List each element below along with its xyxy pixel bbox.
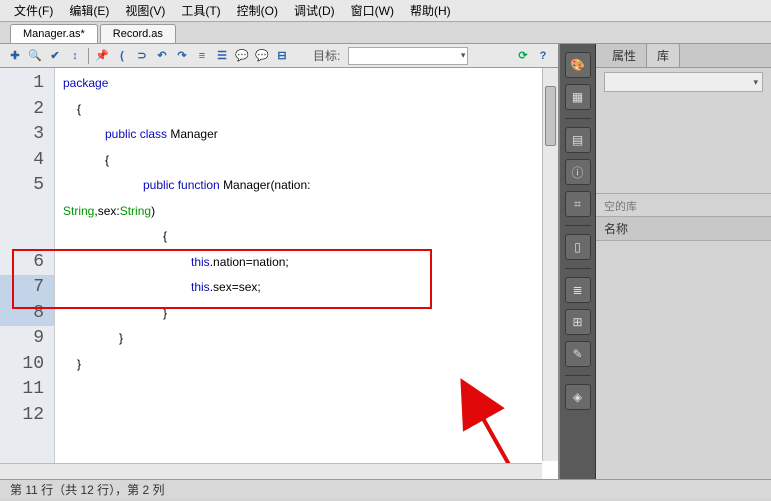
editor-toolbar: ✚ 🔍 ✔ ↕ 📌 ( ⊃ ↶ ↷ ≡ ☰ 💬 💬 ⊟ 目标: ⟳ ? [0, 44, 558, 68]
menu-tools[interactable]: 工具(T) [173, 2, 228, 19]
collapse-icon[interactable]: ⊟ [273, 47, 291, 65]
horizontal-scrollbar[interactable] [0, 463, 542, 479]
tab-library[interactable]: 库 [646, 43, 680, 67]
name-header[interactable]: 名称 [596, 216, 771, 241]
library-preview [596, 94, 771, 194]
menu-debug[interactable]: 调试(D) [286, 2, 343, 19]
line-num: 4 [0, 148, 54, 174]
code-text[interactable]: package { public class Manager { public … [55, 68, 558, 479]
code-area[interactable]: 1 2 3 4 5 6 7 8 9 10 11 12 package { pub… [0, 68, 558, 479]
line-num: 11 [0, 377, 54, 403]
menu-edit[interactable]: 编辑(E) [61, 2, 117, 19]
editor-pane: ✚ 🔍 ✔ ↕ 📌 ( ⊃ ↶ ↷ ≡ ☰ 💬 💬 ⊟ 目标: ⟳ ? 1 2 … [0, 44, 560, 479]
add-icon[interactable]: ✚ [6, 47, 24, 65]
line-num: 9 [0, 326, 54, 352]
info-icon[interactable]: ⓘ [565, 159, 591, 185]
line-gutter: 1 2 3 4 5 6 7 8 9 10 11 12 [0, 68, 55, 479]
find-icon[interactable]: ☰ [213, 47, 231, 65]
transform-icon[interactable]: ⌗ [565, 191, 591, 217]
right-panel: 属性 库 空的库 名称 [596, 44, 771, 479]
align-icon[interactable]: ▤ [565, 127, 591, 153]
menu-bar: 文件(F) 编辑(E) 视图(V) 工具(T) 控制(O) 调试(D) 窗口(W… [0, 0, 771, 22]
swatch-icon[interactable]: ▦ [565, 84, 591, 110]
line-num: 6 [0, 250, 54, 276]
line-num: 2 [0, 97, 54, 123]
dock-panel: 🎨 ▦ ▤ ⓘ ⌗ ▯ ≣ ⊞ ✎ ◈ [560, 44, 596, 479]
brace2-icon[interactable]: ⊃ [133, 47, 151, 65]
format-icon[interactable]: ≡ [193, 47, 211, 65]
target-label: 目标: [313, 47, 340, 64]
pin-icon[interactable]: 📌 [93, 47, 111, 65]
search-icon[interactable]: 🔍 [26, 47, 44, 65]
brush-icon[interactable]: ✎ [565, 341, 591, 367]
line-num: 1 [0, 71, 54, 97]
separator [88, 48, 89, 64]
palette-icon[interactable]: 🎨 [565, 52, 591, 78]
tab-properties[interactable]: 属性 [602, 44, 646, 67]
comp-icon[interactable]: ◈ [565, 384, 591, 410]
line-num: 7 [0, 275, 54, 301]
nav-icon[interactable]: ⟳ [514, 47, 532, 65]
tab-manager[interactable]: Manager.as* [10, 24, 98, 43]
brace1-icon[interactable]: ( [113, 47, 131, 65]
menu-view[interactable]: 视图(V) [117, 2, 173, 19]
redo-icon[interactable]: ↷ [173, 47, 191, 65]
history-icon[interactable]: ≣ [565, 277, 591, 303]
menu-control[interactable]: 控制(O) [229, 2, 286, 19]
target-dropdown[interactable] [348, 47, 468, 65]
library-dropdown[interactable] [604, 72, 763, 92]
menu-window[interactable]: 窗口(W) [343, 2, 402, 19]
line-num: 3 [0, 122, 54, 148]
menu-help[interactable]: 帮助(H) [402, 2, 459, 19]
line-num: 5 [0, 173, 54, 199]
bookmark-icon[interactable]: ↕ [66, 47, 84, 65]
empty-library-label: 空的库 [596, 194, 771, 216]
check-icon[interactable]: ✔ [46, 47, 64, 65]
line-num: 12 [0, 403, 54, 429]
tab-record[interactable]: Record.as [100, 24, 176, 43]
lib-icon[interactable]: ▯ [565, 234, 591, 260]
menu-file[interactable]: 文件(F) [6, 2, 61, 19]
help-icon[interactable]: ? [534, 47, 552, 65]
comment-icon[interactable]: 💬 [233, 47, 251, 65]
undo-icon[interactable]: ↶ [153, 47, 171, 65]
status-bar: 第 11 行（共 12 行），第 2 列 [0, 479, 771, 499]
panel-tabs: 属性 库 [596, 44, 771, 68]
assets-icon[interactable]: ⊞ [565, 309, 591, 335]
document-tabs: Manager.as* Record.as [0, 22, 771, 44]
line-num: 8 [0, 301, 54, 327]
vertical-scrollbar[interactable] [542, 68, 558, 461]
uncomment-icon[interactable]: 💬 [253, 47, 271, 65]
line-num: 10 [0, 352, 54, 378]
